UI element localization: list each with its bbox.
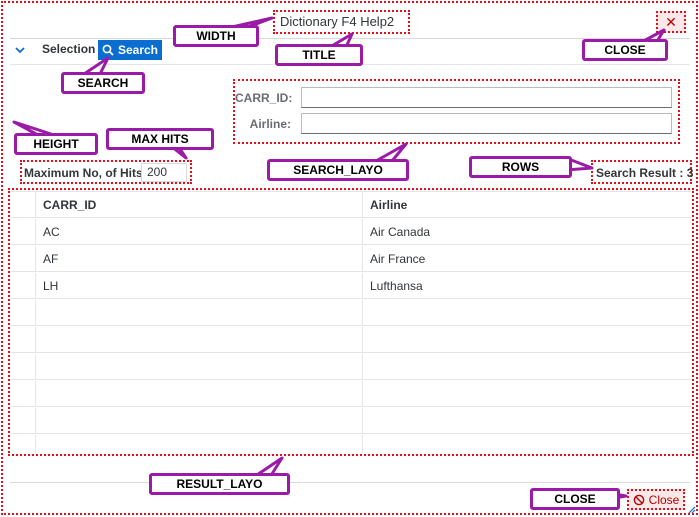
callout-title: TITLE xyxy=(275,44,363,66)
callout-close-top: CLOSE xyxy=(582,39,668,61)
callout-close-bottom: CLOSE xyxy=(530,488,620,510)
callout-rows: ROWS xyxy=(469,156,572,178)
callout-width: WIDTH xyxy=(173,25,259,47)
callout-search: SEARCH xyxy=(61,72,145,94)
callout-max-hits: MAX HITS xyxy=(106,128,214,150)
callout-result-layo: RESULT_LAYO xyxy=(149,473,290,495)
callout-height: HEIGHT xyxy=(14,133,98,155)
callout-search-layo: SEARCH_LAYO xyxy=(267,159,409,181)
